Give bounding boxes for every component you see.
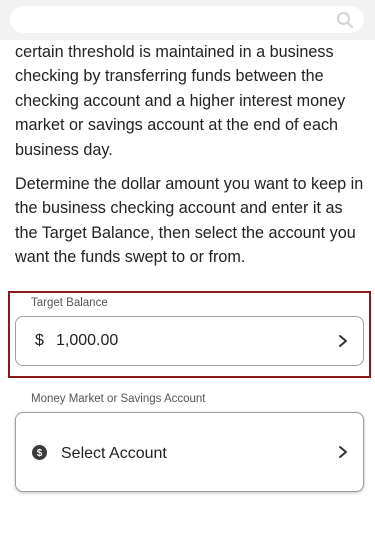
main-content: certain threshold is maintained in a bus…: [0, 40, 375, 535]
search-icon[interactable]: [336, 11, 354, 29]
account-label: Money Market or Savings Account: [31, 393, 206, 405]
target-balance-label: Target Balance: [31, 297, 108, 309]
select-account-field[interactable]: $ Select Account: [15, 412, 364, 492]
target-balance-field[interactable]: $ 1,000.00: [15, 316, 364, 366]
page: certain threshold is maintained in a bus…: [0, 0, 375, 535]
intro-paragraph-1: certain threshold is maintained in a bus…: [15, 43, 346, 159]
search-bar[interactable]: [10, 6, 364, 33]
target-balance-value: 1,000.00: [56, 332, 119, 349]
chevron-right-icon: [339, 446, 347, 458]
intro-paragraph-2: Determine the dollar amount you want to …: [15, 175, 364, 267]
chevron-right-icon: [339, 335, 347, 347]
select-account-placeholder: Select Account: [61, 445, 167, 462]
svg-text:$: $: [37, 448, 43, 459]
currency-symbol: $: [35, 332, 44, 349]
dollar-circle-icon: $: [32, 445, 47, 460]
